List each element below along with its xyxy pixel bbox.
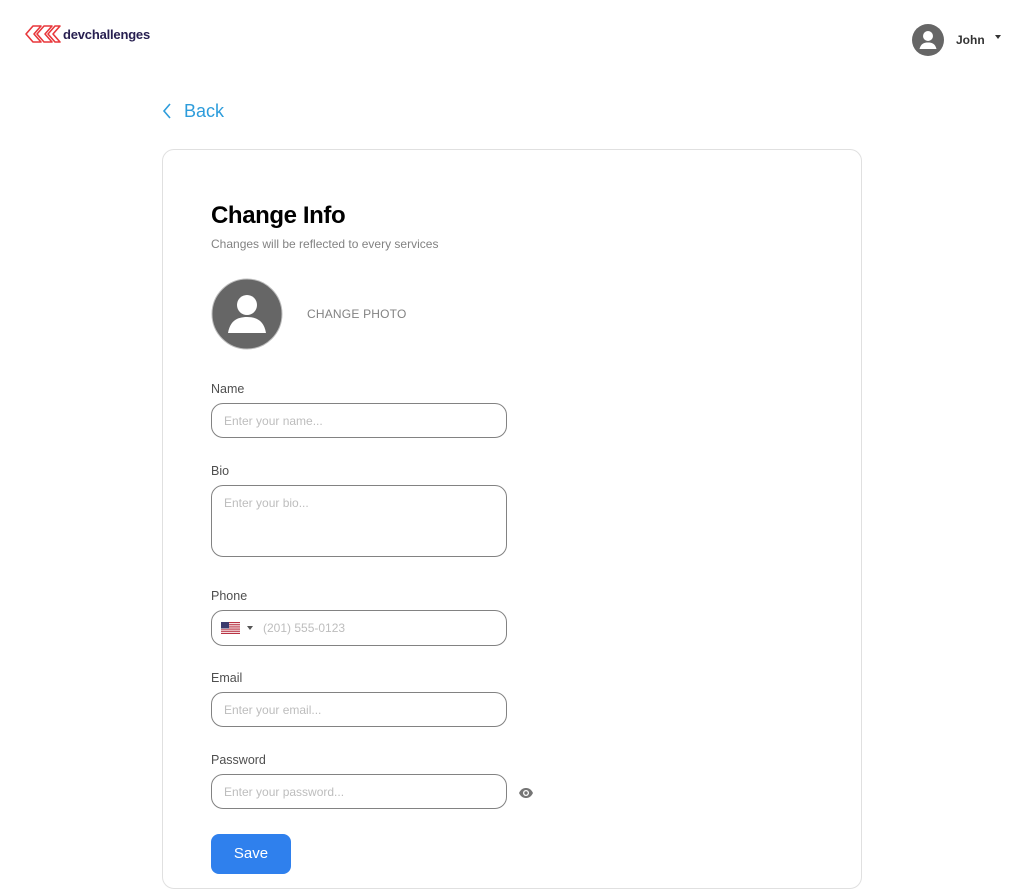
user-name: John [956, 33, 985, 47]
caret-down-icon [247, 626, 253, 630]
phone-field [211, 610, 507, 646]
country-select[interactable] [221, 622, 253, 634]
phone-input[interactable] [263, 621, 483, 635]
name-input[interactable] [211, 403, 507, 438]
change-photo-button[interactable]: CHANGE PHOTO [211, 278, 407, 350]
back-link[interactable]: Back [162, 98, 224, 124]
devchallenges-logo-icon [25, 25, 61, 43]
change-photo-label: CHANGE PHOTO [307, 307, 407, 321]
password-label: Password [211, 753, 266, 767]
bio-label: Bio [211, 464, 230, 478]
password-input[interactable] [211, 774, 507, 809]
eye-icon[interactable] [518, 787, 534, 799]
chevron-left-icon [162, 103, 171, 119]
logo-text: devchallenges [63, 26, 150, 42]
phone-label: Phone [211, 589, 248, 603]
top-navigation-bar: devchallenges John [0, 0, 1024, 80]
save-button[interactable]: Save [211, 834, 291, 874]
back-label: Back [184, 100, 225, 121]
us-flag-icon [221, 622, 240, 634]
name-label: Name [211, 382, 245, 396]
email-label: Email [211, 671, 243, 685]
user-circle-icon [912, 24, 944, 56]
page-subtitle: Changes will be reflected to every servi… [211, 237, 439, 251]
change-info-card: Change Info Changes will be reflected to… [162, 149, 862, 889]
avatar-placeholder-icon [211, 278, 283, 350]
caret-down-icon [994, 35, 1001, 39]
logo[interactable]: devchallenges [24, 22, 150, 46]
email-input[interactable] [211, 692, 507, 727]
user-menu-button[interactable]: John [912, 24, 1001, 56]
page-title: Change Info [211, 202, 346, 229]
bio-textarea[interactable] [211, 485, 507, 557]
